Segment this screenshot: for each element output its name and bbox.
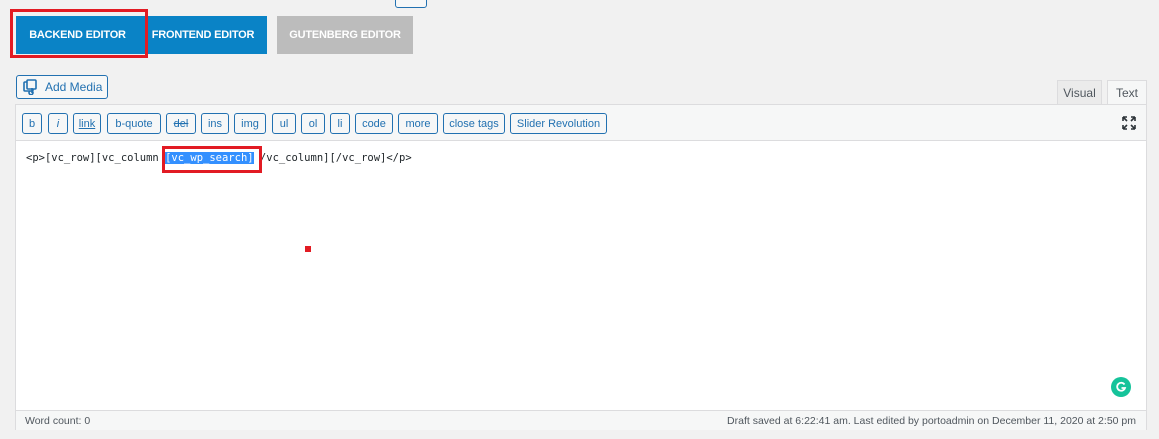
- ul-button[interactable]: ul: [272, 113, 296, 134]
- bold-button[interactable]: b: [22, 113, 42, 134]
- annotation-dot: [305, 246, 311, 252]
- li-button[interactable]: li: [330, 113, 350, 134]
- img-button[interactable]: img: [234, 113, 266, 134]
- tab-text[interactable]: Text: [1107, 80, 1147, 105]
- gutenberg-editor-button[interactable]: GUTENBERG EDITOR: [277, 16, 413, 54]
- top-partial-button[interactable]: [395, 0, 427, 8]
- ol-button[interactable]: ol: [301, 113, 325, 134]
- code-button[interactable]: code: [355, 113, 393, 134]
- selected-shortcode: [vc_wp_search]: [165, 152, 254, 164]
- grammarly-icon[interactable]: [1111, 377, 1131, 397]
- add-media-label: Add Media: [45, 80, 103, 94]
- del-button[interactable]: del: [166, 113, 196, 134]
- media-icon: [23, 79, 39, 95]
- fullscreen-icon[interactable]: [1122, 116, 1136, 130]
- editor-content[interactable]: <p>[vc_row][vc_column [vc_wp_search] /vc…: [26, 152, 412, 164]
- close-tags-button[interactable]: close tags: [443, 113, 505, 134]
- quicktags-toolbar: b i link b-quote del ins img ul ol li co…: [16, 105, 1146, 141]
- frontend-editor-button[interactable]: FRONTEND EDITOR: [139, 16, 267, 54]
- tab-visual[interactable]: Visual: [1057, 80, 1102, 105]
- italic-button[interactable]: i: [48, 113, 68, 134]
- blockquote-button[interactable]: b-quote: [107, 113, 161, 134]
- content-after: /vc_column][/vc_row]</p>: [253, 152, 412, 164]
- add-media-button[interactable]: Add Media: [16, 75, 108, 99]
- status-bar: Word count: 0 Draft saved at 6:22:41 am.…: [16, 410, 1146, 430]
- draft-status: Draft saved at 6:22:41 am. Last edited b…: [727, 415, 1136, 427]
- link-button[interactable]: link: [73, 113, 101, 134]
- slider-revolution-button[interactable]: Slider Revolution: [510, 113, 607, 134]
- ins-button[interactable]: ins: [201, 113, 229, 134]
- content-before: <p>[vc_row][vc_column: [26, 152, 159, 164]
- backend-editor-button[interactable]: BACKEND EDITOR: [16, 16, 139, 54]
- text-editor: b i link b-quote del ins img ul ol li co…: [15, 104, 1147, 430]
- more-button[interactable]: more: [398, 113, 438, 134]
- word-count: Word count: 0: [25, 415, 91, 427]
